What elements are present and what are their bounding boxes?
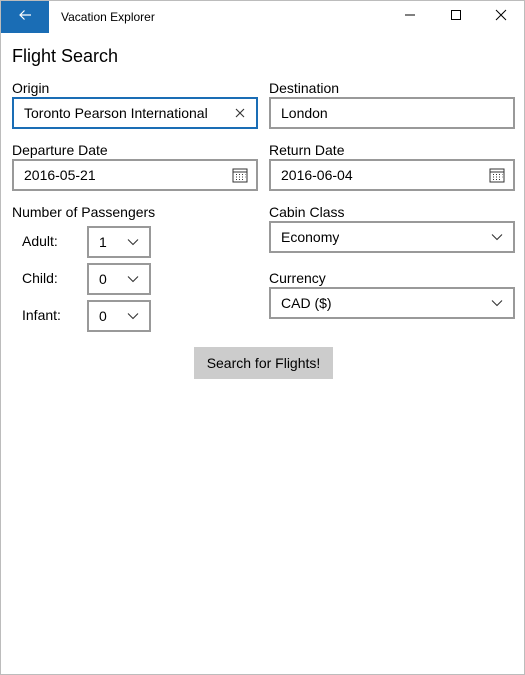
currency-value: CAD ($): [281, 295, 332, 311]
departure-date-picker[interactable]: 2016-05-21: [12, 159, 258, 191]
cabin-class-combo[interactable]: Economy: [269, 221, 515, 253]
chevron-down-icon: [123, 306, 143, 326]
calendar-icon[interactable]: [487, 165, 507, 185]
departure-date-value: 2016-05-21: [24, 167, 96, 183]
infant-value: 0: [99, 308, 107, 324]
adult-combo[interactable]: 1: [87, 226, 151, 258]
chevron-down-icon: [487, 293, 507, 313]
destination-input[interactable]: London: [269, 97, 515, 129]
passengers-label: Number of Passengers: [12, 204, 156, 220]
origin-label: Origin: [12, 80, 50, 96]
infant-combo[interactable]: 0: [87, 300, 151, 332]
close-button[interactable]: [478, 1, 524, 33]
back-arrow-icon: [17, 7, 33, 28]
return-date-label: Return Date: [269, 142, 345, 158]
child-label: Child:: [22, 270, 58, 286]
chevron-down-icon: [487, 227, 507, 247]
currency-combo[interactable]: CAD ($): [269, 287, 515, 319]
minimize-icon: [404, 8, 416, 26]
chevron-down-icon: [123, 232, 143, 252]
adult-label: Adult:: [22, 233, 58, 249]
close-icon: [495, 8, 507, 26]
destination-value: London: [281, 105, 328, 121]
maximize-icon: [450, 8, 462, 26]
return-date-value: 2016-06-04: [281, 167, 353, 183]
clear-icon[interactable]: [230, 103, 250, 123]
departure-date-label: Departure Date: [12, 142, 108, 158]
destination-label: Destination: [269, 80, 340, 96]
adult-value: 1: [99, 234, 107, 250]
page-title: Flight Search: [12, 46, 119, 66]
app-window: Vacation Explorer Flight Search Origin T…: [0, 0, 525, 675]
cabin-class-value: Economy: [281, 229, 340, 245]
back-button[interactable]: [1, 1, 49, 33]
child-combo[interactable]: 0: [87, 263, 151, 295]
infant-label: Infant:: [22, 307, 61, 323]
chevron-down-icon: [123, 269, 143, 289]
app-title: Vacation Explorer: [61, 10, 155, 24]
minimize-button[interactable]: [387, 1, 433, 33]
maximize-button[interactable]: [433, 1, 479, 33]
currency-label: Currency: [269, 270, 326, 286]
return-date-picker[interactable]: 2016-06-04: [269, 159, 515, 191]
origin-input[interactable]: Toronto Pearson International: [12, 97, 258, 129]
search-flights-button[interactable]: Search for Flights!: [194, 347, 333, 379]
title-bar: Vacation Explorer: [1, 1, 524, 33]
calendar-icon[interactable]: [230, 165, 250, 185]
cabin-class-label: Cabin Class: [269, 204, 345, 220]
origin-value: Toronto Pearson International: [24, 105, 208, 121]
child-value: 0: [99, 271, 107, 287]
